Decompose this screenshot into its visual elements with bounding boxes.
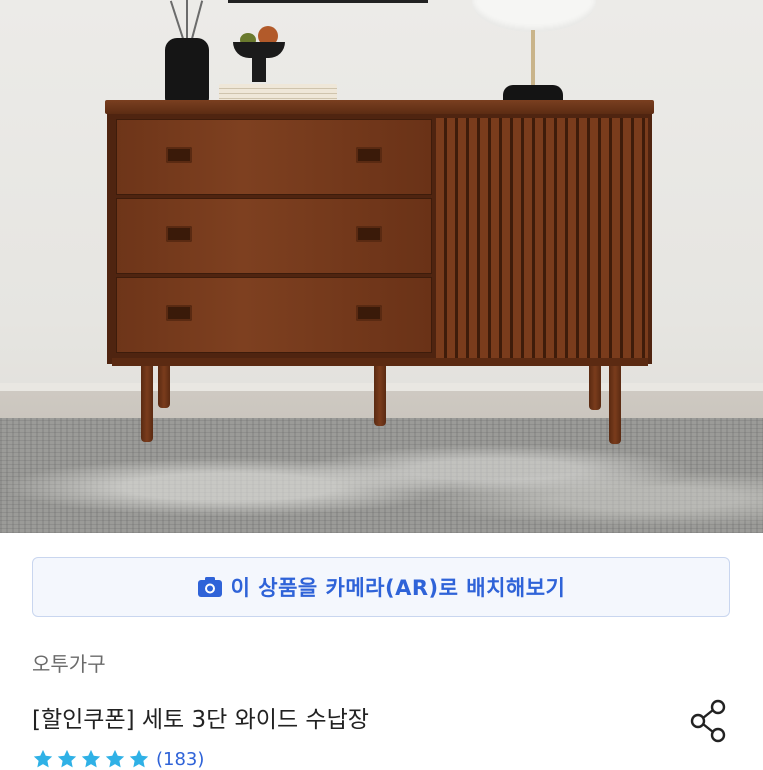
cabinet-top: [105, 100, 654, 114]
cabinet-leg: [609, 366, 621, 444]
dried-stem: [169, 0, 185, 40]
rating-row[interactable]: (183): [32, 748, 204, 770]
rug: [0, 418, 763, 533]
product-image[interactable]: [0, 0, 763, 533]
star-icon: [105, 749, 125, 768]
cabinet-plinth: [112, 358, 648, 366]
drawer: [116, 198, 432, 274]
star-icon: [33, 749, 53, 768]
drawer-handle: [166, 226, 192, 242]
drawer-handle: [356, 226, 382, 242]
drawer-handle: [166, 305, 192, 321]
vase: [165, 38, 209, 106]
star-rating: [32, 748, 150, 770]
fruit-bowl-stand: [252, 58, 266, 82]
drawer-handle: [166, 147, 192, 163]
star-icon: [81, 749, 101, 768]
cabinet-leg: [158, 366, 170, 408]
star-icon: [129, 749, 149, 768]
wall-frame: [228, 0, 428, 3]
dried-stem: [190, 0, 204, 40]
drawer-handle: [356, 305, 382, 321]
review-count[interactable]: (183): [156, 749, 204, 770]
cabinet-leg: [374, 366, 386, 426]
ar-placement-button[interactable]: 이 상품을 카메라(AR)로 배치해보기: [32, 557, 730, 617]
cabinet-leg: [141, 366, 153, 442]
lamp-pole: [531, 30, 535, 88]
star-icon: [57, 749, 77, 768]
drawer: [116, 119, 432, 195]
ar-button-label: 이 상품을 카메라(AR)로 배치해보기: [230, 576, 566, 600]
drawer-handle: [356, 147, 382, 163]
product-title: [할인쿠폰] 세토 3단 와이드 수납장: [32, 707, 369, 733]
share-icon[interactable]: [688, 698, 730, 744]
drawer: [116, 277, 432, 353]
fruit-bowl: [233, 42, 285, 58]
brand-name[interactable]: 오투가구: [32, 648, 106, 677]
slatted-door: [436, 118, 648, 358]
lamp-shade: [472, 0, 596, 32]
cabinet-leg: [589, 366, 601, 410]
camera-icon: [197, 577, 222, 597]
dried-stem: [186, 0, 188, 40]
